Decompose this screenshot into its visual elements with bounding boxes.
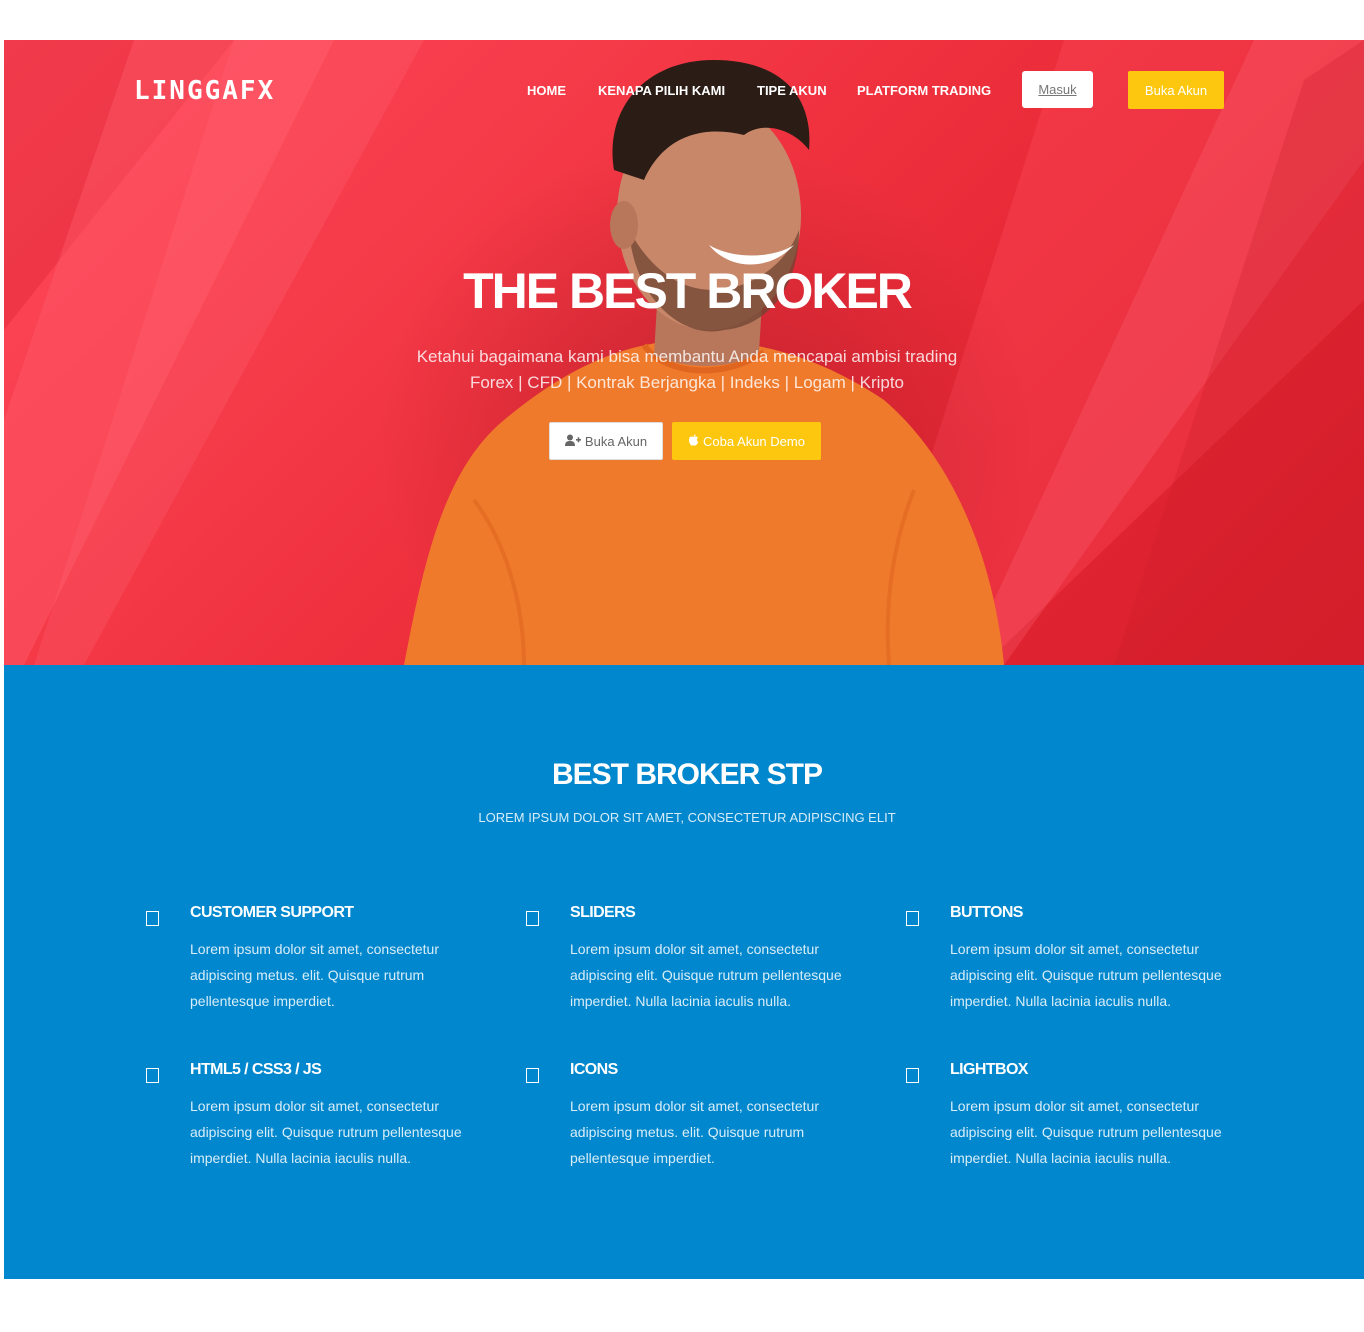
features-title: BEST BROKER STP (551, 758, 823, 791)
user-plus-icon (564, 434, 581, 449)
nav-link-why-us[interactable]: KENAPA PILIH KAMI (598, 83, 725, 98)
hero-demo-label: Coba Akun Demo (703, 433, 805, 449)
feature-square-icon (146, 1068, 159, 1083)
nav-link-trading-platform[interactable]: PLATFORM TRADING (857, 83, 991, 98)
features-section: BEST BROKER STP LOREM IPSUM DOLOR SIT AM… (4, 665, 1364, 1279)
top-nav: LINGGAFX HOME KENAPA PILIH KAMI TIPE AKU… (4, 40, 1364, 140)
hero-subtitle: Ketahui bagaimana kami bisa membantu And… (4, 344, 1364, 396)
feature-title: LIGHTBOX (950, 1061, 1028, 1078)
feature-title: HTML5 / CSS3 / JS (190, 1061, 322, 1078)
hero-section: LINGGAFX HOME KENAPA PILIH KAMI TIPE AKU… (4, 40, 1364, 665)
hero-open-account-label: Buka Akun (584, 433, 648, 449)
feature-text: Lorem ipsum dolor sit amet, consectetur … (570, 941, 842, 1009)
features-subtitle: LOREM IPSUM DOLOR SIT AMET, CONSECTETUR … (478, 810, 896, 825)
open-account-nav-button[interactable]: Buka Akun (1128, 71, 1224, 109)
hero-title: THE BEST BROKER (463, 263, 913, 319)
feature-title: SLIDERS (570, 904, 636, 921)
nav-link-home[interactable]: HOME (527, 83, 566, 98)
feature-text: Lorem ipsum dolor sit amet, consectetur … (950, 1098, 1222, 1166)
feature-square-icon (906, 1068, 919, 1083)
feature-title: CUSTOMER SUPPORT (190, 904, 354, 921)
hero-subtitle-line1: Ketahui bagaimana kami bisa membantu And… (416, 347, 958, 366)
feature-square-icon (906, 911, 919, 926)
feature-text: Lorem ipsum dolor sit amet, consectetur … (190, 1098, 462, 1166)
feature-square-icon (526, 1068, 539, 1083)
feature-square-icon (146, 911, 159, 926)
page: LINGGAFX HOME KENAPA PILIH KAMI TIPE AKU… (4, 40, 1364, 1279)
feature-text: Lorem ipsum dolor sit amet, consectetur … (570, 1098, 819, 1166)
feature-title: BUTTONS (950, 904, 1023, 921)
feature-text: Lorem ipsum dolor sit amet, consectetur … (950, 941, 1222, 1009)
feature-title: ICONS (570, 1061, 618, 1078)
login-button[interactable]: Masuk (1022, 71, 1093, 108)
hero-demo-button[interactable]: Coba Akun Demo (672, 422, 821, 460)
apple-icon (688, 433, 699, 449)
feature-text: Lorem ipsum dolor sit amet, consectetur … (190, 941, 439, 1009)
logo[interactable]: LINGGAFX (134, 76, 275, 106)
hero-subtitle-line2: Forex | CFD | Kontrak Berjangka | Indeks… (469, 373, 905, 392)
feature-square-icon (526, 911, 539, 926)
nav-link-account-types[interactable]: TIPE AKUN (757, 83, 827, 98)
hero-open-account-button[interactable]: Buka Akun (549, 422, 663, 460)
